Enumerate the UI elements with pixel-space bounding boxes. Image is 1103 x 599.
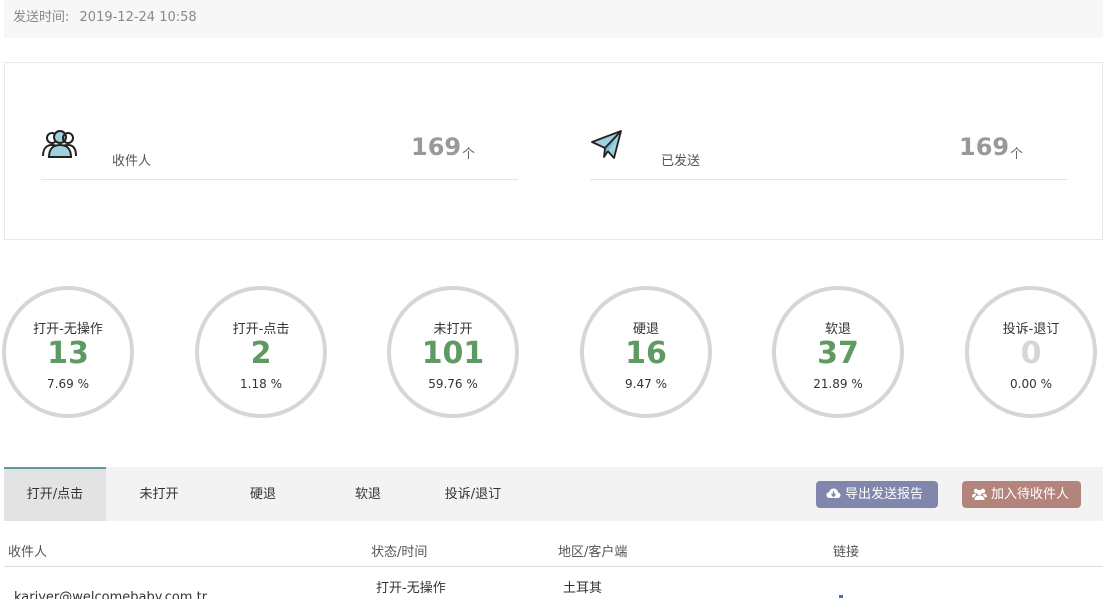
column-header-region-client[interactable]: 地区/客户端 — [558, 541, 627, 560]
stat-label: 投诉-退订 — [1002, 322, 1060, 337]
row-status: 打开-无操作 — [376, 581, 446, 596]
recipients-unit: 个 — [462, 147, 476, 162]
tab-complaint-unsubscribe[interactable]: 投诉/退订 — [422, 467, 524, 521]
send-time-value: 2019-12-24 10:58 — [79, 10, 197, 25]
table-header: 收件人 状态/时间 地区/客户端 链接 — [4, 537, 1103, 567]
stat-percent: 0.00 % — [1010, 377, 1052, 391]
stat-count: 2 — [250, 336, 272, 371]
stat-count: 37 — [817, 336, 859, 371]
stat-percent: 9.47 % — [625, 377, 667, 391]
stat-label: 软退 — [824, 322, 851, 337]
recipient-email[interactable]: kariyer@welcomebaby.com.tr — [14, 590, 207, 599]
summary-panel: 收件人 169 个 已发送 169 个 — [4, 62, 1103, 240]
paper-plane-icon — [590, 129, 624, 165]
users-icon — [41, 129, 77, 163]
stat-label: 打开-点击 — [232, 322, 290, 337]
stat-count: 0 — [1020, 336, 1042, 371]
table-row[interactable]: kariyer@welcomebaby.com.tr 打开-无操作 土耳其 — [4, 567, 1103, 599]
column-header-link[interactable]: 链接 — [833, 541, 859, 560]
recipients-label: 收件人 — [112, 154, 152, 169]
send-info-bar: 发送时间: 2019-12-24 10:58 — [4, 0, 1103, 38]
stat-hard-bounce: 硬退 16 9.47 % — [580, 286, 712, 418]
send-time-label: 发送时间: — [13, 10, 70, 25]
sent-stat: 已发送 169 个 — [590, 129, 1067, 180]
sent-label: 已发送 — [661, 154, 701, 169]
sent-unit: 个 — [1010, 147, 1024, 162]
column-header-recipient[interactable]: 收件人 — [8, 541, 47, 560]
send-time: 发送时间: 2019-12-24 10:58 — [13, 6, 197, 25]
stat-opened-no-action: 打开-无操作 13 7.69 % — [2, 286, 134, 418]
stat-label: 打开-无操作 — [33, 322, 103, 337]
users-icon — [972, 488, 987, 500]
tab-opened-clicked[interactable]: 打开/点击 — [4, 467, 106, 521]
column-header-status-time[interactable]: 状态/时间 — [371, 541, 427, 560]
export-report-button[interactable]: 导出发送报告 — [816, 481, 938, 508]
stat-soft-bounce: 软退 37 21.89 % — [772, 286, 904, 418]
cloud-download-icon — [826, 488, 841, 498]
stat-opened-clicked: 打开-点击 2 1.18 % — [195, 286, 327, 418]
stat-complaint-unsubscribe: 投诉-退订 0 0.00 % — [965, 286, 1097, 418]
stat-count: 13 — [47, 336, 89, 371]
sent-count: 169 — [959, 133, 1010, 161]
stat-percent: 7.69 % — [47, 377, 89, 391]
add-to-pending-recipients-label: 加入待收件人 — [991, 487, 1070, 502]
recipients-stat: 收件人 169 个 — [41, 129, 518, 180]
add-to-pending-recipients-button[interactable]: 加入待收件人 — [962, 481, 1081, 508]
stat-label: 硬退 — [632, 322, 659, 337]
recipients-count: 169 — [411, 133, 462, 161]
export-report-label: 导出发送报告 — [845, 487, 924, 502]
stat-label: 未打开 — [433, 322, 473, 337]
report-tab-bar: 打开/点击 未打开 硬退 软退 投诉/退订 导出发送报告 加入待收件人 — [4, 467, 1103, 521]
stat-count: 16 — [625, 336, 667, 371]
tab-unopened[interactable]: 未打开 — [108, 467, 210, 521]
stat-percent: 59.76 % — [428, 377, 478, 391]
tab-soft-bounce[interactable]: 软退 — [317, 467, 419, 521]
stat-unopened: 未打开 101 59.76 % — [387, 286, 519, 418]
stat-percent: 21.89 % — [813, 377, 863, 391]
link-indicator[interactable] — [839, 595, 843, 598]
stat-count: 101 — [421, 336, 485, 371]
row-region: 土耳其 — [563, 581, 603, 596]
tab-hard-bounce[interactable]: 硬退 — [212, 467, 314, 521]
stat-percent: 1.18 % — [240, 377, 282, 391]
